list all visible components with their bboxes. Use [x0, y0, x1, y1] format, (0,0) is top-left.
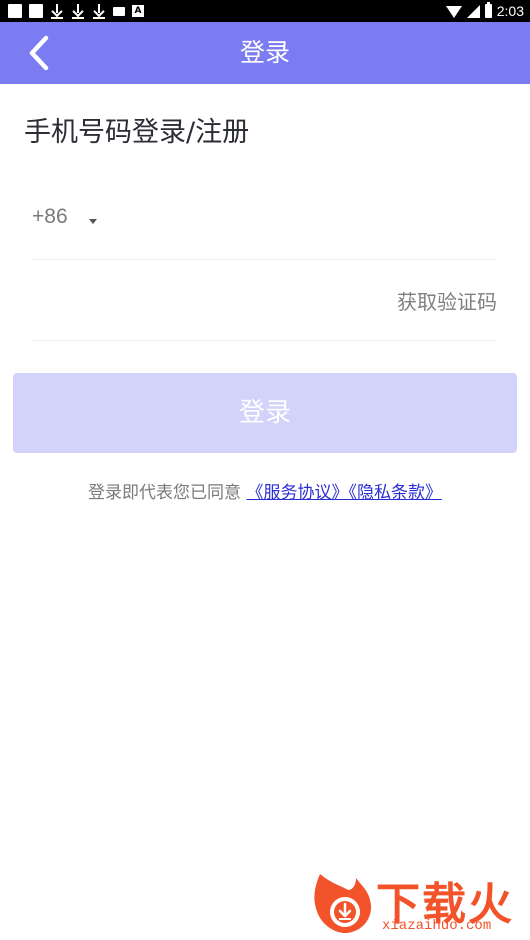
notification-square-icon: [29, 4, 43, 18]
flame-logo-icon: [314, 874, 372, 934]
a-badge-icon: A: [132, 5, 144, 17]
login-heading: 手机号码登录/注册: [24, 117, 250, 148]
status-bar: A 2:03: [0, 0, 530, 22]
code-row: 获取验证码: [32, 260, 497, 341]
agreement-prefix: 登录即代表您已同意: [88, 483, 242, 503]
download-icon: [50, 3, 64, 19]
chevron-left-icon: [29, 35, 49, 71]
get-code-button[interactable]: 获取验证码: [397, 286, 497, 315]
caret-down-icon[interactable]: [89, 219, 97, 224]
agreement-text: 登录即代表您已同意 《服务协议》《隐私条款》: [0, 478, 530, 503]
app-bar: 登录: [0, 22, 530, 84]
signal-icon: [466, 4, 480, 18]
phone-input[interactable]: [112, 200, 492, 236]
page-title: 登录: [239, 38, 290, 67]
notification-square-icon: [8, 4, 22, 18]
mail-icon: [113, 6, 125, 16]
login-button[interactable]: 登录: [13, 373, 517, 453]
notification-icons: A: [8, 3, 144, 19]
download-icon: [71, 3, 85, 19]
service-agreement-link[interactable]: 《服务协议》: [246, 483, 348, 503]
wifi-icon: [445, 6, 462, 18]
privacy-policy-link[interactable]: 《隐私条款》: [348, 483, 442, 503]
system-icons: 2:03: [445, 2, 524, 20]
clock: 2:03: [496, 3, 524, 19]
download-icon: [92, 3, 106, 19]
watermark-url: xiazaihuo.com: [382, 918, 492, 934]
phone-row: +86: [32, 180, 497, 260]
verification-code-input[interactable]: [32, 282, 362, 318]
battery-icon: [484, 2, 492, 18]
country-code-selector[interactable]: +86: [32, 205, 68, 229]
watermark: 下载火 xiazaihuo.com: [312, 868, 527, 938]
back-button[interactable]: [22, 34, 60, 72]
